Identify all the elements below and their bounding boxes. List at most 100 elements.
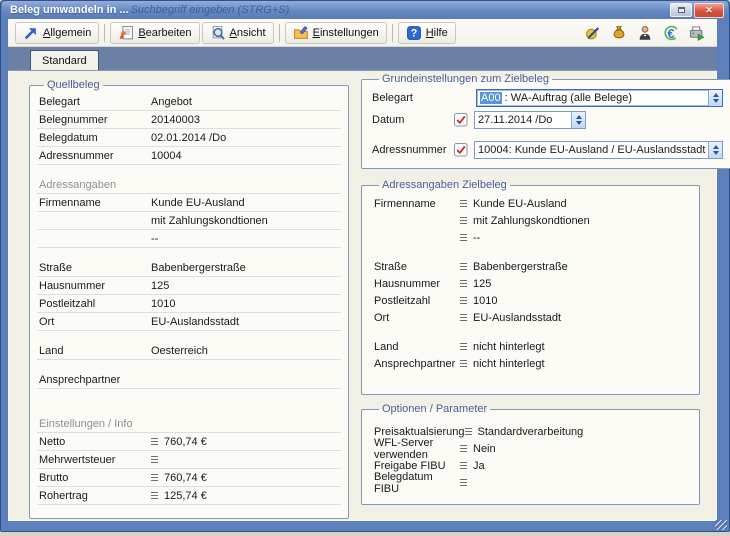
adressnummer-select[interactable]: 10004: Kunde EU-Ausland / EU-Auslandssta… bbox=[474, 141, 723, 159]
field-value: nicht hinterlegt bbox=[473, 358, 545, 370]
field-label: Belegnummer bbox=[39, 114, 151, 126]
grid-bullet-icon bbox=[151, 474, 158, 481]
field-label: Adressangaben bbox=[39, 179, 151, 191]
field-value: 760,74 € bbox=[164, 436, 207, 448]
table-row: Firmenname Kunde EU-Ausland bbox=[37, 194, 341, 212]
table-row: Straße Babenbergerstraße bbox=[37, 259, 341, 277]
table-row: Ort EU-Auslandsstadt bbox=[372, 309, 689, 326]
datum-check-icon[interactable] bbox=[454, 113, 468, 127]
field-label: Belegdatum bbox=[39, 132, 151, 144]
field-value: Kunde EU-Ausland bbox=[151, 197, 245, 209]
field-value: nicht hinterlegt bbox=[473, 341, 545, 353]
field-label: Hausnummer bbox=[39, 280, 151, 292]
grid-bullet-icon bbox=[460, 297, 467, 304]
field-value: 02.01.2014 /Do bbox=[151, 132, 226, 144]
window-body: Allgemein Bearbeiten Ansicht Einstellung… bbox=[8, 19, 717, 521]
field-label: Ort bbox=[39, 316, 151, 328]
field-label: Firmenname bbox=[39, 197, 151, 209]
table-row: Postleitzahl 1010 bbox=[37, 295, 341, 313]
field-value: Ja bbox=[473, 460, 485, 472]
belegart-select[interactable]: A00 : WA-Auftrag (alle Belege) bbox=[476, 89, 723, 107]
table-row: Land Oesterreich bbox=[37, 342, 341, 360]
group-quellbeleg: Quellbeleg Belegart Angebot Belegnummer … bbox=[29, 79, 349, 519]
toolbar-button-allgemein[interactable]: Allgemein bbox=[15, 22, 99, 44]
toolbar-label: Bearbeiten bbox=[138, 27, 191, 39]
toolbar-button-hilfe[interactable]: ? Hilfe bbox=[398, 22, 456, 44]
field-label: Firmenname bbox=[374, 198, 460, 210]
table-row: Einstellungen / Info bbox=[37, 415, 341, 433]
toolbar-separator bbox=[104, 24, 105, 42]
table-row bbox=[37, 331, 341, 342]
toolbar-label: Hilfe bbox=[426, 27, 448, 39]
spinner-button[interactable] bbox=[708, 90, 722, 106]
grid-bullet-icon bbox=[151, 456, 158, 463]
datum-field[interactable]: 27.11.2014 /Do bbox=[474, 111, 586, 129]
selected-text: A00 bbox=[480, 92, 502, 104]
table-row: Brutto 760,74 € bbox=[37, 469, 341, 487]
table-row: Adressangaben bbox=[37, 176, 341, 194]
group-title: Adressangaben Zielbeleg bbox=[379, 179, 510, 191]
toolbar-button-ansicht[interactable]: Ansicht bbox=[202, 22, 274, 44]
pen-coin-icon[interactable] bbox=[585, 25, 601, 41]
restore-button[interactable] bbox=[670, 3, 692, 17]
resize-grip[interactable] bbox=[715, 520, 727, 530]
right-column: Grundeinstellungen zum Zielbeleg Belegar… bbox=[361, 73, 700, 505]
field-label: Einstellungen / Info bbox=[39, 418, 151, 430]
field-value: -- bbox=[151, 233, 158, 245]
grid-bullet-icon bbox=[460, 217, 467, 224]
table-row bbox=[37, 389, 341, 415]
field-label: Belegart bbox=[39, 96, 151, 108]
toolbar-right-icons: € bbox=[585, 25, 711, 41]
titlebar[interactable]: Beleg umwandeln in ... Suchbegriff einge… bbox=[2, 1, 728, 19]
field-value: Angebot bbox=[151, 96, 192, 108]
table-row: Netto 760,74 € bbox=[37, 433, 341, 451]
field-value: Kunde EU-Ausland bbox=[473, 198, 567, 210]
table-row: Belegart Angebot bbox=[37, 93, 341, 111]
table-row: Mehrwertsteuer bbox=[37, 451, 341, 469]
adressangaben-rows: Firmenname Kunde EU-Ausland mit Zahlungs… bbox=[372, 195, 689, 372]
field-value: 20140003 bbox=[151, 114, 200, 126]
table-row: Belegdatum FIBU bbox=[372, 474, 689, 491]
datum-label: Datum bbox=[372, 114, 454, 126]
table-row: Land nicht hinterlegt bbox=[372, 338, 689, 355]
group-title: Quellbeleg bbox=[44, 79, 103, 91]
grid-bullet-icon bbox=[460, 280, 467, 287]
euro-icon[interactable]: € bbox=[663, 25, 679, 41]
toolbar-button-einstellungen[interactable]: Einstellungen bbox=[285, 22, 387, 44]
toolbar-label: Allgemein bbox=[43, 27, 91, 39]
svg-text:€: € bbox=[667, 25, 674, 40]
adressnummer-label: Adressnummer bbox=[372, 144, 454, 156]
table-row: Belegnummer 20140003 bbox=[37, 111, 341, 129]
field-value: Babenbergerstraße bbox=[473, 261, 568, 273]
restore-icon bbox=[678, 7, 685, 13]
table-row: mit Zahlungskondtionen bbox=[37, 212, 341, 230]
field-value: Babenbergerstraße bbox=[151, 262, 246, 274]
spinner-button[interactable] bbox=[708, 142, 722, 158]
field-value: 10004 bbox=[151, 150, 182, 162]
grid-bullet-icon bbox=[460, 360, 467, 367]
field-value: 1010 bbox=[473, 295, 497, 307]
print-export-icon[interactable] bbox=[689, 25, 705, 41]
table-row: Ansprechpartner nicht hinterlegt bbox=[372, 355, 689, 372]
toolbar-separator bbox=[279, 24, 280, 42]
spinner-button[interactable] bbox=[571, 112, 585, 128]
person-icon[interactable] bbox=[637, 25, 653, 41]
field-value: mit Zahlungskondtionen bbox=[151, 215, 268, 227]
field-label: Postleitzahl bbox=[374, 295, 460, 307]
group-grundeinstellungen: Grundeinstellungen zum Zielbeleg Belegar… bbox=[361, 73, 730, 169]
grid-bullet-icon bbox=[465, 428, 472, 435]
toolbar-label: Ansicht bbox=[230, 27, 266, 39]
money-bag-icon[interactable] bbox=[611, 25, 627, 41]
table-row: Rohertrag 125,74 € bbox=[37, 487, 341, 505]
toolbar-button-bearbeiten[interactable]: Bearbeiten bbox=[110, 22, 199, 44]
grid-bullet-icon bbox=[460, 479, 467, 486]
field-value: Oesterreich bbox=[151, 345, 208, 357]
field-value: 760,74 € bbox=[164, 472, 207, 484]
close-button[interactable]: ✕ bbox=[694, 3, 724, 18]
datum-value: 27.11.2014 /Do bbox=[475, 114, 571, 126]
field-label: WFL-Server verwenden bbox=[374, 437, 460, 461]
tab-standard[interactable]: Standard bbox=[30, 50, 99, 70]
group-title: Grundeinstellungen zum Zielbeleg bbox=[379, 73, 552, 85]
field-value: -- bbox=[473, 232, 480, 244]
adressnummer-check-icon[interactable] bbox=[454, 143, 468, 157]
